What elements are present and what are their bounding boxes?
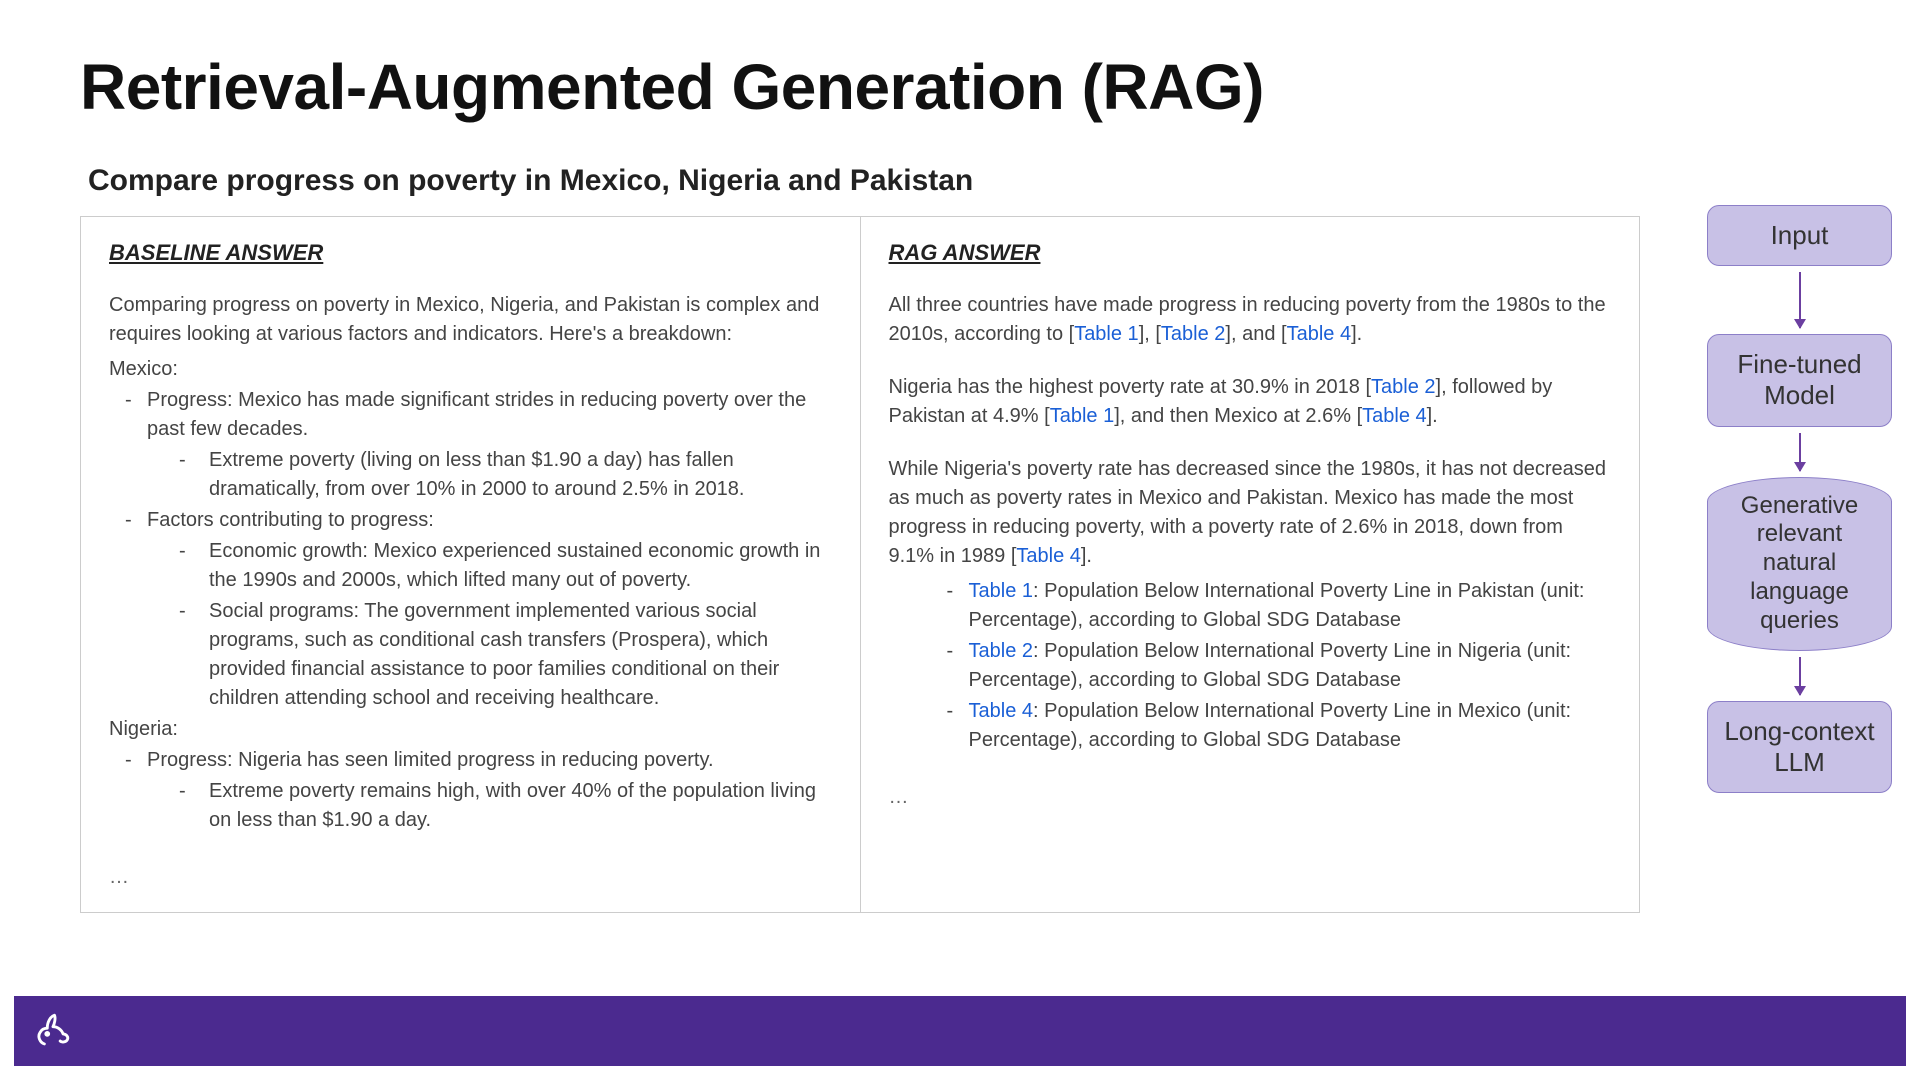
list-item: Table 2: Population Below International … [969, 637, 1612, 695]
rag-heading: RAG ANSWER [889, 237, 1612, 269]
arrow-down-icon [1799, 657, 1801, 695]
rag-text: ]. [1427, 405, 1438, 427]
pipeline-flow: Input Fine-tuned Model Generative releva… [1707, 205, 1892, 793]
list-item: Extreme poverty remains high, with over … [209, 777, 832, 835]
nigeria-list: Progress: Nigeria has seen limited progr… [109, 746, 832, 775]
slide: Retrieval-Augmented Generation (RAG) Com… [0, 0, 1920, 1080]
rag-p3: While Nigeria's poverty rate has decreas… [889, 455, 1612, 571]
rabbit-logo-icon [30, 1008, 76, 1054]
baseline-heading: BASELINE ANSWER [109, 237, 832, 269]
table-2-link[interactable]: Table 2 [969, 640, 1034, 662]
flow-finetuned-box: Fine-tuned Model [1707, 334, 1892, 426]
flow-input-box: Input [1707, 205, 1892, 266]
rag-ellipsis: … [889, 783, 1612, 812]
table-2-link[interactable]: Table 2 [1161, 323, 1226, 345]
arrow-down-icon [1799, 433, 1801, 471]
table-4-link[interactable]: Table 4 [1016, 545, 1081, 567]
list-item: Table 1: Population Below International … [969, 577, 1612, 635]
mexico-sublist: Extreme poverty (living on less than $1.… [109, 446, 832, 504]
table-2-link[interactable]: Table 2 [1371, 376, 1436, 398]
mexico-heading: Mexico: [109, 355, 832, 384]
comparison-prompt: Compare progress on poverty in Mexico, N… [80, 164, 1840, 198]
rag-text: : Population Below International Poverty… [969, 640, 1572, 691]
rag-text: ]. [1081, 545, 1092, 567]
answer-columns: BASELINE ANSWER Comparing progress on po… [80, 216, 1640, 913]
page-title: Retrieval-Augmented Generation (RAG) [80, 50, 1840, 124]
rag-text: Nigeria has the highest poverty rate at … [889, 376, 1372, 398]
nigeria-sublist: Extreme poverty remains high, with over … [109, 777, 832, 835]
table-4-link[interactable]: Table 4 [1362, 405, 1427, 427]
table-1-link[interactable]: Table 1 [969, 580, 1034, 602]
nigeria-heading: Nigeria: [109, 715, 832, 744]
footer-bar [14, 996, 1906, 1066]
table-4-link[interactable]: Table 4 [1287, 323, 1352, 345]
rag-p1: All three countries have made progress i… [889, 291, 1612, 349]
mexico-list: Progress: Mexico has made significant st… [109, 386, 832, 444]
mexico-factors-sub: Economic growth: Mexico experienced sust… [109, 537, 832, 713]
table-1-link[interactable]: Table 1 [1050, 405, 1115, 427]
rag-text: ], and then Mexico at 2.6% [ [1114, 405, 1362, 427]
rag-text: ]. [1351, 323, 1362, 345]
list-item: Progress: Mexico has made significant st… [147, 386, 832, 444]
list-item: Factors contributing to progress: [147, 506, 832, 535]
rag-text: ], and [ [1225, 323, 1286, 345]
list-item: Table 4: Population Below International … [969, 697, 1612, 755]
table-1-link[interactable]: Table 1 [1074, 323, 1139, 345]
flow-llm-box: Long-context LLM [1707, 701, 1892, 793]
list-item: Social programs: The government implemen… [209, 597, 832, 713]
table-4-link[interactable]: Table 4 [969, 700, 1034, 722]
baseline-ellipsis: … [109, 863, 832, 892]
rag-text: : Population Below International Poverty… [969, 700, 1572, 751]
flow-queries-box: Generative relevant natural language que… [1707, 477, 1892, 651]
list-item: Progress: Nigeria has seen limited progr… [147, 746, 832, 775]
rag-text: ], [ [1139, 323, 1161, 345]
rag-text: : Population Below International Poverty… [969, 580, 1585, 631]
mexico-factors: Factors contributing to progress: [109, 506, 832, 535]
baseline-intro: Comparing progress on poverty in Mexico,… [109, 291, 832, 349]
rag-p2: Nigeria has the highest poverty rate at … [889, 373, 1612, 431]
rag-text: While Nigeria's poverty rate has decreas… [889, 458, 1607, 567]
rag-table-list: Table 1: Population Below International … [889, 577, 1612, 755]
baseline-column: BASELINE ANSWER Comparing progress on po… [81, 217, 861, 912]
list-item: Extreme poverty (living on less than $1.… [209, 446, 832, 504]
list-item: Economic growth: Mexico experienced sust… [209, 537, 832, 595]
arrow-down-icon [1799, 272, 1801, 328]
rag-column: RAG ANSWER All three countries have made… [861, 217, 1640, 912]
